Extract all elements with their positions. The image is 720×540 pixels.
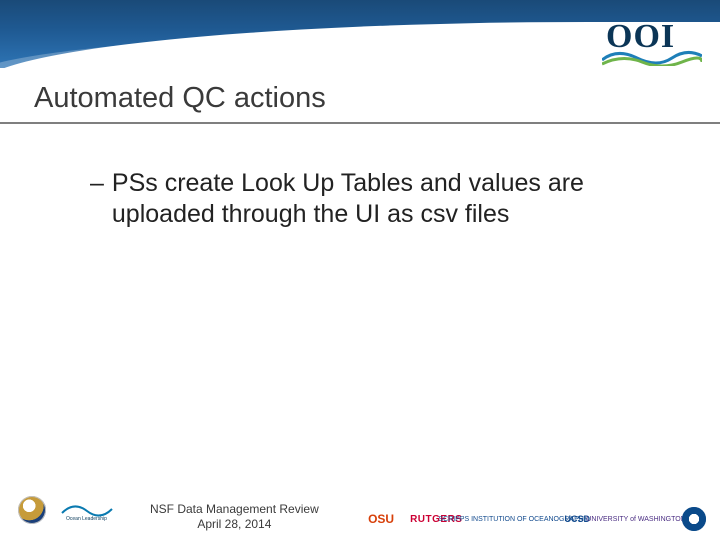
footer-line1: NSF Data Management Review (150, 502, 319, 517)
uw-logo-icon: UNIVERSITY of WASHINGTON (606, 506, 666, 532)
ooi-logo-wave-icon (602, 50, 702, 66)
ooi-logo: OOI (606, 22, 698, 66)
ocean-leadership-logo-icon: Ocean Leadership (60, 499, 114, 521)
footer-caption: NSF Data Management Review April 28, 201… (150, 502, 319, 532)
bullet-dash-icon: – (90, 168, 104, 231)
whoi-logo-icon (682, 507, 706, 531)
osu-logo-icon: OSU (368, 506, 394, 532)
footer: Ocean Leadership NSF Data Management Rev… (0, 486, 720, 540)
slide-body: – PSs create Look Up Tables and values a… (90, 168, 650, 231)
bullet-item: – PSs create Look Up Tables and values a… (90, 168, 650, 231)
title-underline (0, 122, 720, 124)
svg-text:Ocean Leadership: Ocean Leadership (66, 516, 107, 521)
nsf-seal-icon (18, 496, 46, 524)
footer-line2: April 28, 2014 (150, 517, 319, 532)
footer-left-logos: Ocean Leadership (18, 496, 114, 524)
scripps-logo-icon: SCRIPPS INSTITUTION OF OCEANOGRAPHY (478, 506, 548, 532)
bullet-text: PSs create Look Up Tables and values are… (112, 168, 650, 231)
slide-title: Automated QC actions (34, 82, 326, 115)
footer-right-logos: OSU RUTGERS SCRIPPS INSTITUTION OF OCEAN… (368, 506, 706, 532)
slide: OOI Automated QC actions – PSs create Lo… (0, 0, 720, 540)
